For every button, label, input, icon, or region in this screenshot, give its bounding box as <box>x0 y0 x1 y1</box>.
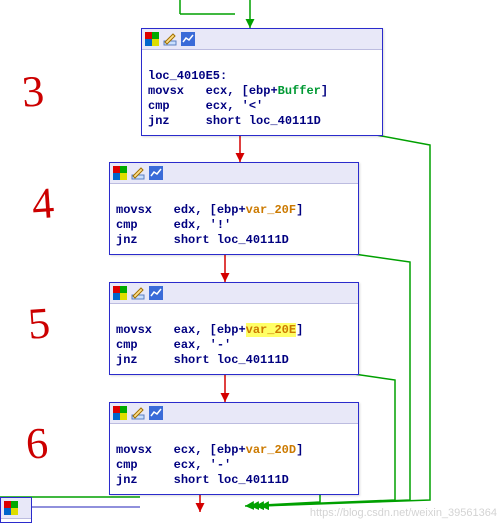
palette-icon[interactable] <box>112 165 128 181</box>
edit-icon[interactable] <box>162 31 178 47</box>
annotation-4: 4 <box>30 177 56 229</box>
block-titlebar <box>110 163 358 184</box>
edit-icon[interactable] <box>130 285 146 301</box>
watermark-text: https://blog.csdn.net/weixin_39561364 <box>310 507 497 519</box>
palette-icon[interactable] <box>144 31 160 47</box>
chart-icon[interactable] <box>148 405 164 421</box>
chart-icon[interactable] <box>148 285 164 301</box>
block-titlebar <box>142 29 382 50</box>
block-titlebar <box>110 283 358 304</box>
chart-icon[interactable] <box>148 165 164 181</box>
block-titlebar <box>110 403 358 424</box>
symbol-var-20d: var_20D <box>246 443 296 457</box>
basic-block-6[interactable]: movsx ecx, [ebp+var_20D] cmp ecx, '-' jn… <box>109 402 359 495</box>
block-body: movsx edx, [ebp+var_20F] cmp edx, '!' jn… <box>110 184 358 254</box>
palette-icon[interactable] <box>3 500 19 516</box>
annotation-5: 5 <box>26 297 52 349</box>
basic-block-3[interactable]: loc_4010E5: movsx ecx, [ebp+Buffer] cmp … <box>141 28 383 136</box>
basic-block-4[interactable]: movsx edx, [ebp+var_20F] cmp edx, '!' jn… <box>109 162 359 255</box>
block-body: movsx eax, [ebp+var_20E] cmp eax, '-' jn… <box>110 304 358 374</box>
symbol-var-20f: var_20F <box>246 203 296 217</box>
block-body: movsx ecx, [ebp+var_20D] cmp ecx, '-' jn… <box>110 424 358 494</box>
label-text: loc_4010E5: <box>148 69 227 83</box>
symbol-var-20e-highlight: var_20E <box>246 323 296 337</box>
annotation-6: 6 <box>24 417 50 469</box>
block-body: loc_4010E5: movsx ecx, [ebp+Buffer] cmp … <box>142 50 382 135</box>
basic-block-5[interactable]: movsx eax, [ebp+var_20E] cmp eax, '-' jn… <box>109 282 359 375</box>
annotation-3: 3 <box>20 65 46 117</box>
graph-canvas[interactable]: 3 4 5 6 loc_4010E5: movsx ecx, [ebp+Buff… <box>0 0 503 523</box>
edit-icon[interactable] <box>130 165 146 181</box>
basic-block-partial[interactable] <box>0 497 32 523</box>
symbol-buffer: Buffer <box>278 84 321 98</box>
palette-icon[interactable] <box>112 405 128 421</box>
chart-icon[interactable] <box>180 31 196 47</box>
palette-icon[interactable] <box>112 285 128 301</box>
edit-icon[interactable] <box>130 405 146 421</box>
